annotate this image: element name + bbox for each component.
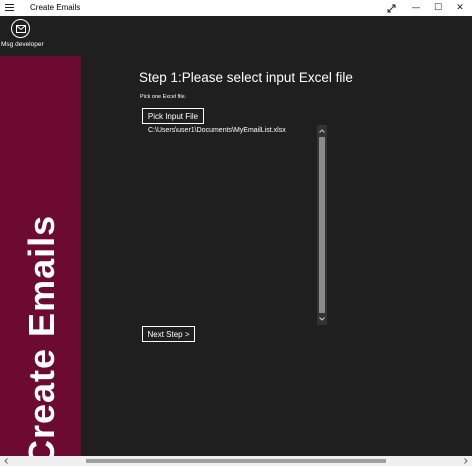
scroll-up-icon[interactable] [317,126,327,136]
sidebar: Msg developer Create Emails [0,16,81,466]
scroll-right-icon[interactable] [461,456,471,466]
main-content: Step 1:Please select input Excel file Pi… [81,16,472,456]
window-title: Create Emails [30,3,81,12]
horizontal-scroll-thumb[interactable] [86,459,386,463]
minimize-button[interactable]: — [408,1,424,15]
title-bar: Create Emails — ☐ ✕ [0,0,472,16]
scroll-thumb[interactable] [319,137,325,313]
scroll-left-icon[interactable] [1,456,11,466]
list-item[interactable]: C:\Users\user1\Documents\MyEmailList.xls… [148,127,286,134]
mail-icon [11,19,30,38]
vertical-app-title: Create Emails [21,214,62,466]
close-button[interactable]: ✕ [452,1,468,15]
expand-icon[interactable] [383,1,399,15]
msg-developer-label: Msg developer [1,41,44,48]
file-list-scrollbar[interactable] [317,125,327,325]
msg-developer-button[interactable]: Msg developer [0,16,48,56]
file-list[interactable]: C:\Users\user1\Documents\MyEmailList.xls… [143,126,329,324]
scroll-down-icon[interactable] [317,314,327,324]
horizontal-scrollbar[interactable] [0,456,472,466]
hamburger-icon[interactable] [5,4,14,12]
sidebar-header: Msg developer [0,16,81,56]
instruction-text: Pick one Excel file. [140,94,187,100]
pick-input-file-button[interactable]: Pick Input File [142,108,204,124]
next-step-button[interactable]: Next Step > [142,326,195,342]
page-title: Step 1:Please select input Excel file [139,70,353,85]
maximize-button[interactable]: ☐ [430,1,446,15]
